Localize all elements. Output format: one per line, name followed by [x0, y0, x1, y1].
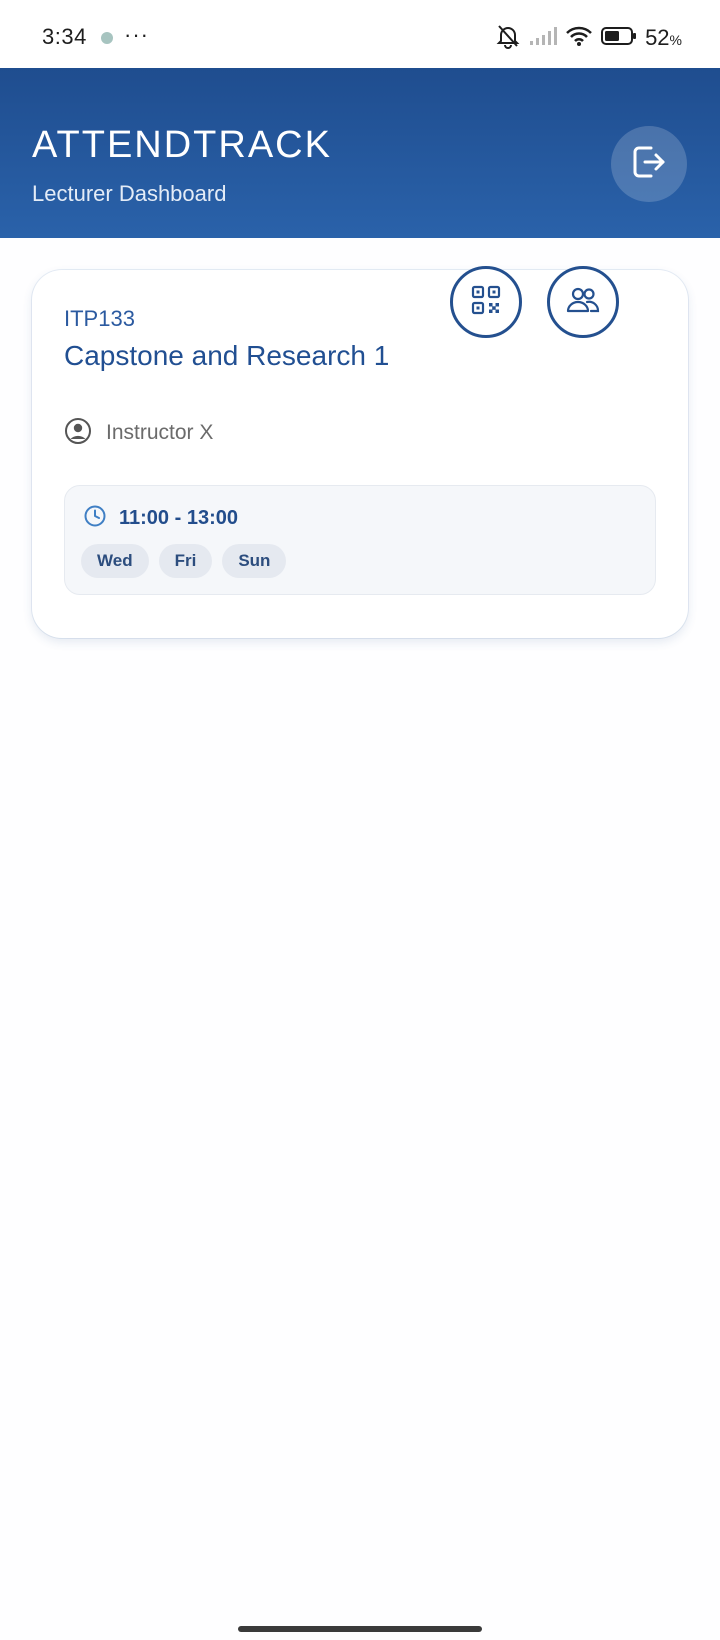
- day-chip-sun: Sun: [222, 544, 287, 578]
- schedule-time: 11:00 - 13:00: [119, 506, 238, 529]
- app-header: ATTENDTRACK Lecturer Dashboard: [0, 68, 720, 238]
- screen: 3:34 ··· 52% ATTENDTRACK Lecturer Dashbo…: [0, 0, 720, 1640]
- instructor-name: Instructor X: [106, 421, 214, 444]
- silent-bell-icon: [495, 23, 521, 54]
- schedule-box: 11:00 - 13:00 Wed Fri Sun: [64, 485, 656, 595]
- status-time: 3:34: [42, 24, 87, 49]
- course-card[interactable]: ITP133 Capstone and Research 1 Instructo…: [32, 266, 688, 638]
- qr-code-button[interactable]: [450, 266, 522, 338]
- logout-button[interactable]: [611, 126, 687, 202]
- time-row: 11:00 - 13:00: [83, 504, 238, 532]
- user-circle-icon: [64, 417, 92, 450]
- app-subtitle: Lecturer Dashboard: [32, 181, 227, 206]
- status-icons: 52%: [495, 24, 682, 52]
- battery-icon: [601, 26, 637, 51]
- battery-percent: 52%: [645, 25, 682, 51]
- more-notifications-icon: ···: [124, 22, 149, 47]
- battery-percent-unit: %: [669, 32, 682, 48]
- battery-percent-value: 52: [645, 25, 670, 50]
- days-row: Wed Fri Sun: [81, 544, 287, 578]
- course-code: ITP133: [64, 306, 135, 331]
- status-bar: 3:34 ··· 52%: [0, 0, 720, 68]
- students-icon: [566, 285, 600, 320]
- day-chip-fri: Fri: [158, 544, 213, 578]
- course-name: Capstone and Research 1: [64, 340, 390, 371]
- clock-icon: [83, 504, 107, 533]
- logout-icon: [627, 140, 671, 189]
- app-title: ATTENDTRACK: [32, 124, 332, 166]
- students-button[interactable]: [547, 266, 619, 338]
- instructor-row: Instructor X: [64, 417, 214, 450]
- wifi-icon: [565, 25, 593, 52]
- home-indicator[interactable]: [238, 1626, 482, 1632]
- qr-code-icon: [471, 285, 501, 320]
- signal-icon: [529, 25, 558, 52]
- app-notification-icon: [101, 32, 113, 44]
- day-chip-wed: Wed: [81, 544, 149, 578]
